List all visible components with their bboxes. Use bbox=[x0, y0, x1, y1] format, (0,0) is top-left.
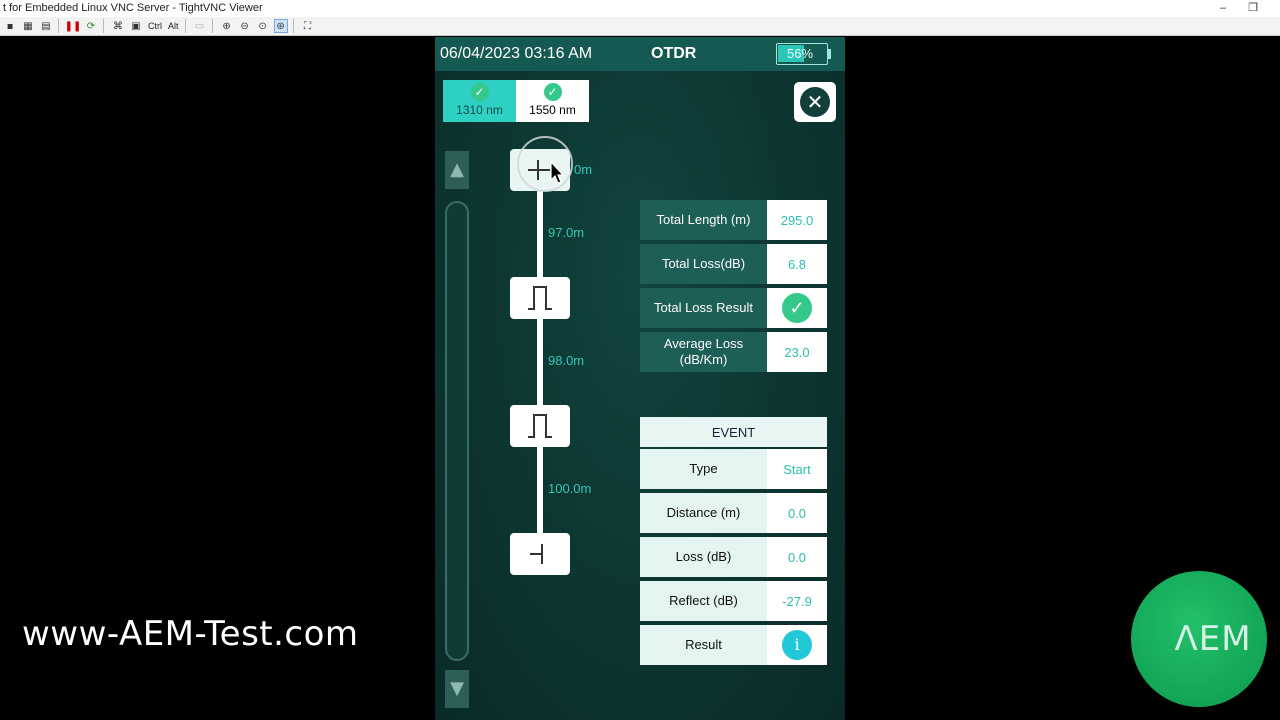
pass-check-icon: ✓ bbox=[782, 293, 812, 323]
restore-button[interactable]: ❐ bbox=[1238, 0, 1268, 17]
battery-percent: 56% bbox=[786, 46, 814, 61]
refresh-icon[interactable]: ⟳ bbox=[84, 19, 98, 33]
toolbar-divider bbox=[211, 19, 213, 33]
event-label: Loss (dB) bbox=[640, 537, 767, 577]
summary-row: Total Loss(dB) 6.8 bbox=[640, 244, 827, 284]
summary-label: Total Loss(dB) bbox=[640, 244, 767, 284]
event-row: Result i bbox=[640, 625, 827, 665]
otdr-device-screen: 06/04/2023 03:16 AM OTDR 56% ✓ 1310 nm ✓… bbox=[435, 37, 845, 720]
close-icon: ✕ bbox=[800, 87, 830, 117]
event-row: Distance (m) 0.0 bbox=[640, 493, 827, 533]
window-title: t for Embedded Linux VNC Server - TightV… bbox=[3, 2, 263, 14]
zoom-100-icon[interactable]: ⊙ bbox=[256, 19, 270, 33]
summary-value: ✓ bbox=[767, 288, 827, 328]
toolbar-divider bbox=[103, 19, 104, 33]
event-table-heading: EVENT bbox=[640, 417, 827, 447]
toolbar-divider bbox=[184, 19, 186, 33]
event-row: Type Start bbox=[640, 449, 827, 489]
event-label: Distance (m) bbox=[640, 493, 767, 533]
summary-value: 6.8 bbox=[767, 244, 827, 284]
reflective-event-icon bbox=[528, 414, 552, 438]
aem-logo: ΛEM bbox=[1131, 571, 1267, 707]
event-value: -27.9 bbox=[767, 581, 827, 621]
wavelength-label: 1550 nm bbox=[529, 103, 576, 117]
event-row: Loss (dB) 0.0 bbox=[640, 537, 827, 577]
ctrl-key-button[interactable]: Ctrl bbox=[147, 19, 163, 33]
window-title-bar: t for Embedded Linux VNC Server - TightV… bbox=[0, 0, 1280, 17]
screen-title: OTDR bbox=[651, 45, 697, 62]
start-distance-label: 0m bbox=[574, 162, 593, 177]
vnc-toolbar: ▪ ▦ ▤ ❚❚ ⟳ ⌘ ▣ Ctrl Alt ▭ ⊕ ⊖ ⊙ ⊛ ⛶ bbox=[0, 17, 1280, 36]
summary-label: Total Length (m) bbox=[640, 200, 767, 240]
reflective-event-icon bbox=[528, 286, 552, 310]
info-icon[interactable]: i bbox=[782, 630, 812, 660]
options-icon[interactable]: ▦ bbox=[21, 19, 35, 33]
summary-table: Total Length (m) 295.0 Total Loss(dB) 6.… bbox=[640, 200, 827, 376]
close-button[interactable]: ✕ bbox=[794, 82, 836, 122]
event-node-end[interactable] bbox=[510, 533, 570, 575]
logo-text: ΛEM bbox=[1174, 619, 1252, 659]
toolbar-divider bbox=[58, 19, 59, 33]
event-value: i bbox=[767, 625, 827, 665]
scroll-up-button[interactable]: ▲ bbox=[445, 151, 469, 189]
wavelength-1310-button[interactable]: ✓ 1310 nm bbox=[443, 80, 516, 122]
fiber-line bbox=[537, 187, 543, 557]
summary-label: Average Loss (dB/Km) bbox=[640, 332, 767, 372]
status-datetime: 06/04/2023 03:16 AM bbox=[440, 45, 593, 62]
event-row: Reflect (dB) -27.9 bbox=[640, 581, 827, 621]
summary-value: 23.0 bbox=[767, 332, 827, 372]
event-value: 0.0 bbox=[767, 537, 827, 577]
keyboard-icon[interactable]: ▣ bbox=[129, 19, 143, 33]
segment-length-label: 97.0m bbox=[548, 225, 585, 240]
clipboard-icon[interactable]: ▭ bbox=[193, 19, 207, 33]
summary-row: Average Loss (dB/Km) 23.0 bbox=[640, 332, 827, 372]
wavelength-selector: ✓ 1310 nm ✓ 1550 nm bbox=[443, 80, 589, 122]
check-icon: ✓ bbox=[543, 83, 562, 101]
event-label: Result bbox=[640, 625, 767, 665]
vnc-viewer-window: t for Embedded Linux VNC Server - TightV… bbox=[0, 0, 1280, 720]
battery-indicator: 56% bbox=[776, 43, 828, 65]
zoom-out-icon[interactable]: ⊖ bbox=[238, 19, 252, 33]
event-value: 0.0 bbox=[767, 493, 827, 533]
mouse-cursor-icon bbox=[550, 161, 565, 184]
summary-row: Total Loss Result ✓ bbox=[640, 288, 827, 328]
summary-value: 295.0 bbox=[767, 200, 827, 240]
minimize-button[interactable]: – bbox=[1208, 0, 1238, 17]
event-node-reflective[interactable] bbox=[510, 405, 570, 447]
event-table: EVENT Type Start Distance (m) 0.0 Loss (… bbox=[640, 417, 827, 669]
ctrl-alt-del-icon[interactable]: ⌘ bbox=[111, 19, 125, 33]
pause-icon[interactable]: ❚❚ bbox=[65, 19, 82, 33]
summary-row: Total Length (m) 295.0 bbox=[640, 200, 827, 240]
segment-length-label: 98.0m bbox=[548, 353, 585, 368]
website-watermark: www-AEM-Test.com bbox=[22, 614, 359, 654]
battery-cap bbox=[828, 49, 831, 59]
toolbar-divider bbox=[292, 19, 294, 33]
event-node-reflective[interactable] bbox=[510, 277, 570, 319]
scroll-track[interactable] bbox=[445, 201, 469, 661]
event-value: Start bbox=[767, 449, 827, 489]
status-bar: 06/04/2023 03:16 AM OTDR 56% bbox=[435, 37, 845, 71]
event-label: Reflect (dB) bbox=[640, 581, 767, 621]
wavelength-label: 1310 nm bbox=[456, 103, 503, 117]
info-icon[interactable]: ▤ bbox=[39, 19, 53, 33]
zoom-fit-icon[interactable]: ⊛ bbox=[273, 19, 288, 33]
scroll-down-button[interactable]: ▼ bbox=[445, 670, 469, 708]
event-label: Type bbox=[640, 449, 767, 489]
fullscreen-icon[interactable]: ⛶ bbox=[301, 19, 315, 33]
zoom-in-icon[interactable]: ⊕ bbox=[220, 19, 234, 33]
fiber-end-icon bbox=[530, 544, 543, 564]
segment-length-label: 100.0m bbox=[548, 481, 592, 496]
check-icon: ✓ bbox=[470, 83, 489, 101]
alt-key-button[interactable]: Alt bbox=[167, 19, 180, 33]
save-icon[interactable]: ▪ bbox=[3, 19, 17, 33]
wavelength-1550-button[interactable]: ✓ 1550 nm bbox=[516, 80, 589, 122]
summary-label: Total Loss Result bbox=[640, 288, 767, 328]
